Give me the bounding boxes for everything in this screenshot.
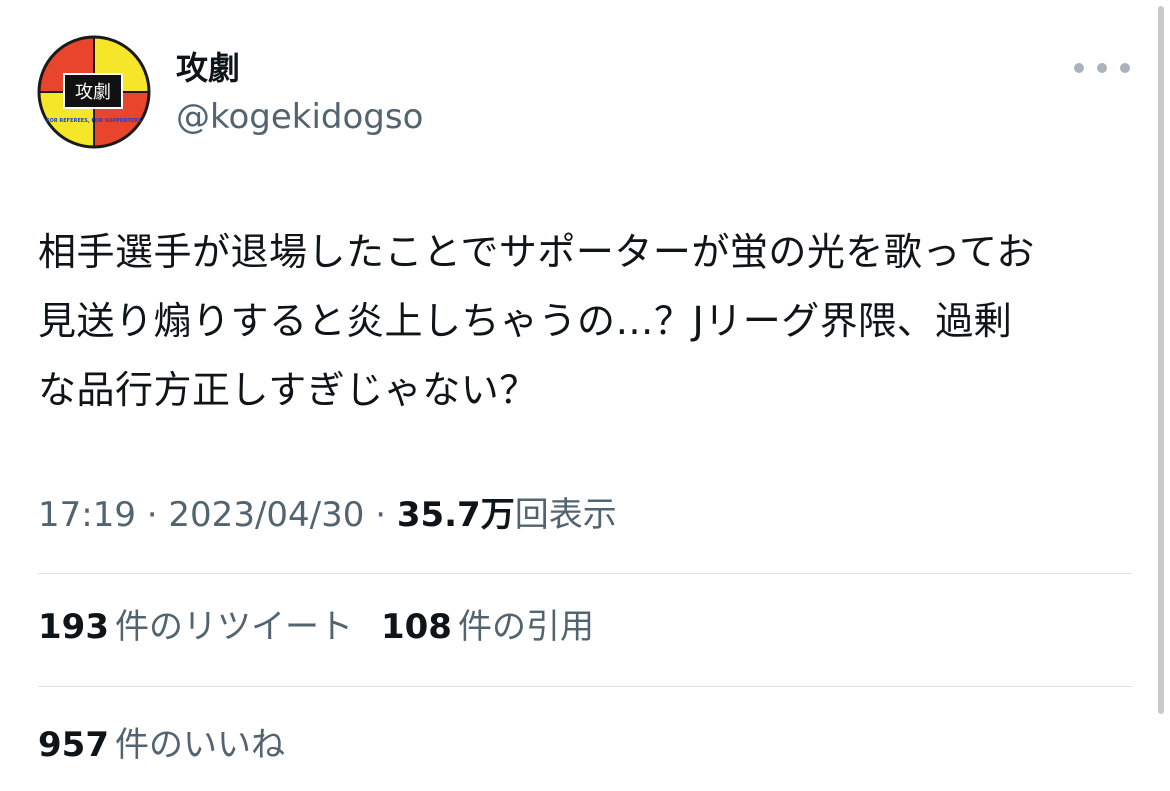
meta-separator: · bbox=[364, 495, 397, 535]
avatar[interactable]: 攻劇 FOR REFEREES, FOR SUPPORTERS bbox=[36, 34, 152, 150]
more-horizontal-icon bbox=[1074, 63, 1084, 73]
author-handle[interactable]: @kogekidogso bbox=[176, 96, 423, 138]
avatar-label: 攻劇 bbox=[75, 82, 111, 103]
divider bbox=[38, 573, 1132, 574]
tweet-date[interactable]: 2023/04/30 bbox=[168, 495, 364, 535]
quotes-count: 108 bbox=[380, 607, 452, 647]
tweet-meta: 17:19 · 2023/04/30 · 35.7万回表示 bbox=[38, 492, 617, 538]
likes-count: 957 bbox=[38, 725, 109, 765]
tweet-text-line: 相手選手が退場したことでサポーターが蛍の光を歌ってお bbox=[38, 230, 1035, 274]
divider bbox=[38, 686, 1132, 687]
tweet-detail: 攻劇 FOR REFEREES, FOR SUPPORTERS 攻劇 @koge… bbox=[0, 0, 1170, 791]
likes-row: 957 件のいいね bbox=[38, 722, 285, 768]
more-options-button[interactable] bbox=[1074, 56, 1130, 80]
views-label: 回表示 bbox=[514, 495, 617, 535]
tweet-text-line: な品行方正しすぎじゃない？ bbox=[38, 368, 538, 412]
avatar-logo-icon: 攻劇 FOR REFEREES, FOR SUPPORTERS bbox=[37, 35, 151, 149]
author-display-name[interactable]: 攻劇 bbox=[176, 48, 240, 88]
quotes-label: 件の引用 bbox=[457, 607, 594, 647]
tweet-time[interactable]: 17:19 bbox=[38, 495, 136, 535]
avatar-tagline: FOR REFEREES, FOR SUPPORTERS bbox=[46, 118, 142, 124]
engagement-row: 193 件のリツイート 108 件の引用 bbox=[38, 604, 594, 650]
scrollbar[interactable] bbox=[1158, 6, 1164, 714]
likes-stat[interactable]: 957 件のいいね bbox=[38, 722, 285, 768]
views-count: 35.7万 bbox=[396, 495, 515, 535]
likes-label: 件のいいね bbox=[114, 725, 285, 765]
quotes-stat[interactable]: 108 件の引用 bbox=[381, 604, 594, 650]
tweet-text: 相手選手が退場したことでサポーターが蛍の光を歌ってお 見送り煽りすると炎上しちゃ… bbox=[38, 218, 1128, 425]
tweet-text-line: 見送り煽りすると炎上しちゃうの…？Jリーグ界隈、過剰 bbox=[38, 299, 1013, 343]
retweets-label: 件のリツイート bbox=[114, 607, 353, 647]
meta-separator: · bbox=[135, 495, 169, 535]
retweets-stat[interactable]: 193 件のリツイート bbox=[38, 604, 353, 650]
retweets-count: 193 bbox=[38, 607, 109, 647]
